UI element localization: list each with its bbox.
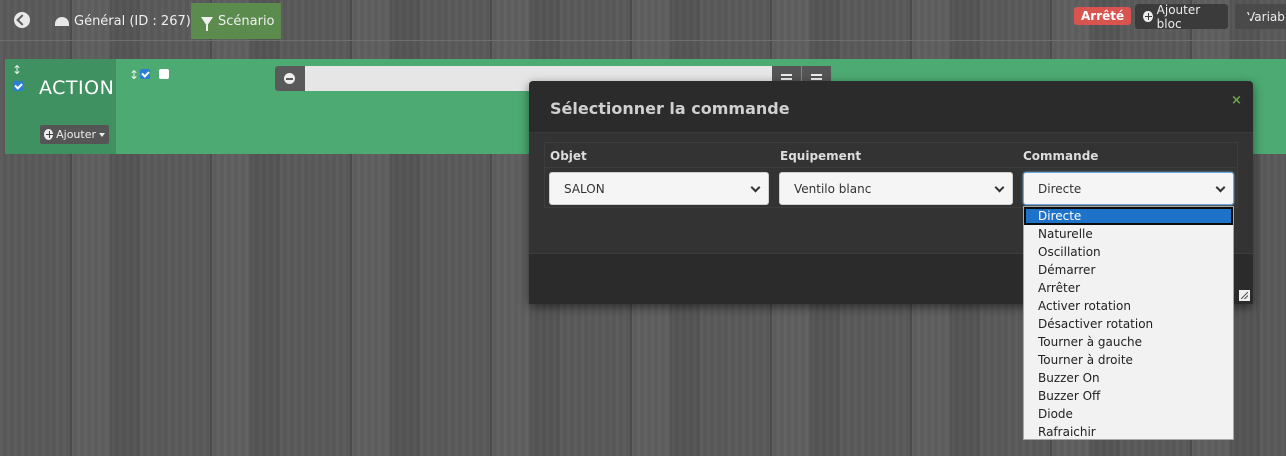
- command-select[interactable]: Directe: [1023, 172, 1234, 205]
- command-dropdown-list: Directe Naturelle Oscillation Démarrer A…: [1023, 206, 1234, 440]
- dropdown-option[interactable]: Désactiver rotation: [1024, 315, 1233, 333]
- equipment-select-value: Ventilo blanc: [794, 181, 872, 196]
- top-bar: Général (ID : 267) Scénario Arrêté Ajout…: [0, 0, 1286, 41]
- tab-scenario-label: Scénario: [218, 13, 275, 29]
- dropdown-option[interactable]: Directe: [1024, 207, 1233, 225]
- tab-general-label: Général (ID : 267): [74, 13, 191, 29]
- action-parallel-checkbox[interactable]: [159, 69, 169, 79]
- drag-handle-icon[interactable]: ↕: [129, 69, 139, 81]
- add-block-label: Ajouter bloc: [1156, 2, 1201, 31]
- dropdown-option[interactable]: Arrêter: [1024, 279, 1233, 297]
- resize-grip-icon[interactable]: [1239, 290, 1250, 301]
- column-header-command: Commande: [1023, 149, 1099, 163]
- plus-circle-icon: [44, 129, 54, 140]
- drag-handle-icon[interactable]: ↕: [12, 64, 22, 76]
- modal-header: Sélectionner la commande ×: [529, 81, 1253, 133]
- dropdown-option[interactable]: Tourner à droite: [1024, 351, 1233, 369]
- dropdown-option[interactable]: Démarrer: [1024, 261, 1233, 279]
- chevron-down-icon: [750, 182, 761, 193]
- plus-circle-icon: [1143, 11, 1153, 22]
- command-select-value: Directe: [1038, 181, 1082, 196]
- dropdown-option[interactable]: Naturelle: [1024, 225, 1233, 243]
- action-block-sidebar: ↕ ACTION Ajouter: [5, 59, 116, 154]
- dropdown-option[interactable]: Buzzer Off: [1024, 387, 1233, 405]
- header-divider: [545, 167, 1237, 168]
- close-icon[interactable]: ×: [1231, 93, 1242, 108]
- column-header-object: Objet: [550, 149, 587, 163]
- dropdown-option[interactable]: Tourner à gauche: [1024, 333, 1233, 351]
- action-block-title: ACTION: [39, 77, 115, 99]
- dropdown-option[interactable]: Rafraichir: [1024, 423, 1233, 441]
- object-select-value: SALON: [564, 181, 605, 196]
- dropdown-option[interactable]: Diode: [1024, 405, 1233, 423]
- selection-table: Objet Equipement Commande SALON Ventilo …: [544, 142, 1238, 208]
- action-enable-checkbox[interactable]: [140, 69, 150, 79]
- gauge-icon: [55, 16, 69, 26]
- dropdown-option[interactable]: Activer rotation: [1024, 297, 1233, 315]
- column-header-equipment: Equipement: [780, 149, 862, 163]
- variables-button[interactable]: Variables: [1235, 4, 1286, 29]
- modal-title: Sélectionner la commande: [550, 99, 790, 118]
- back-arrow-icon[interactable]: [14, 12, 30, 28]
- dropdown-option[interactable]: Oscillation: [1024, 243, 1233, 261]
- variables-label: Variables: [1247, 9, 1286, 24]
- block-enable-checkbox[interactable]: [13, 81, 23, 91]
- dropdown-option[interactable]: Buzzer On: [1024, 369, 1233, 387]
- equipment-select[interactable]: Ventilo blanc: [779, 172, 1013, 205]
- status-badge: Arrêté: [1074, 7, 1132, 25]
- chevron-down-icon: [1215, 182, 1226, 193]
- object-select[interactable]: SALON: [549, 172, 769, 205]
- remove-action-button[interactable]: [275, 66, 305, 91]
- tab-scenario[interactable]: Scénario: [191, 3, 281, 39]
- chevron-down-icon: [994, 182, 1005, 193]
- filter-icon: [201, 16, 213, 31]
- tab-general[interactable]: Général (ID : 267): [45, 3, 201, 39]
- caret-down-icon: [99, 132, 105, 137]
- add-block-button[interactable]: Ajouter bloc: [1135, 2, 1228, 31]
- add-dropdown-button[interactable]: Ajouter: [40, 125, 109, 144]
- add-dropdown-label: Ajouter: [56, 128, 96, 141]
